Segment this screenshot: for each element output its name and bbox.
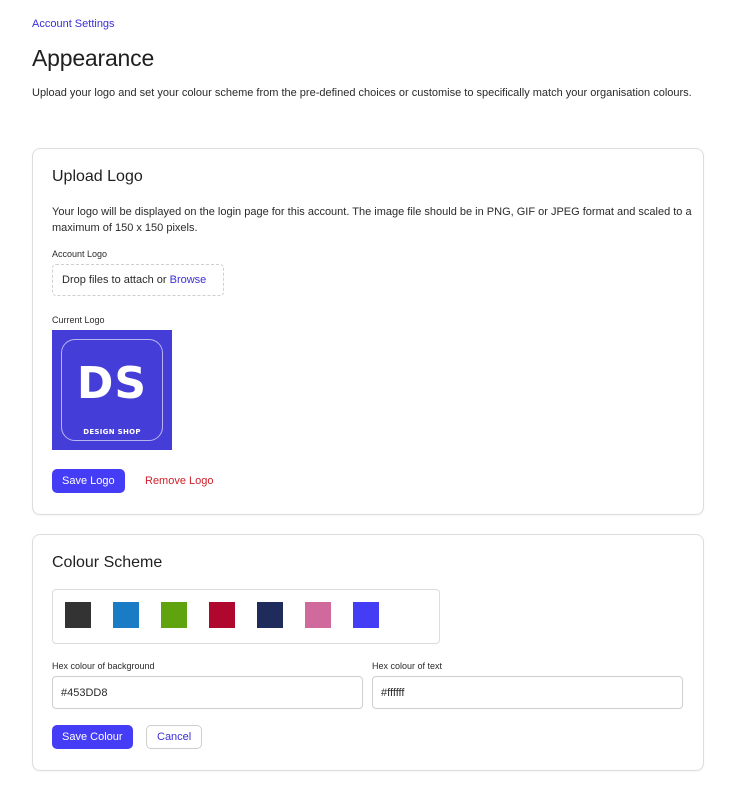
- logo-initials: DS: [76, 358, 148, 409]
- save-colour-button[interactable]: Save Colour: [52, 725, 133, 749]
- swatch-panel: [52, 589, 440, 644]
- page-title: Appearance: [32, 45, 155, 71]
- cancel-button[interactable]: Cancel: [146, 725, 203, 749]
- browse-link[interactable]: Browse: [170, 274, 207, 286]
- colour-scheme-title: Colour Scheme: [52, 554, 163, 571]
- breadcrumb-account-settings[interactable]: Account Settings: [32, 18, 115, 30]
- swatch-crimson[interactable]: [209, 602, 235, 628]
- swatch-pink[interactable]: [305, 602, 331, 628]
- upload-logo-card: Upload Logo Your logo will be displayed …: [32, 148, 704, 515]
- logo-name: DESIGN SHOP: [83, 428, 141, 436]
- background-hex-label: Hex colour of background: [52, 661, 155, 671]
- account-logo-label: Account Logo: [52, 249, 108, 259]
- swatch-dark-grey[interactable]: [65, 602, 91, 628]
- colour-scheme-card: Colour Scheme Hex colour of background H…: [32, 534, 704, 771]
- background-hex-input[interactable]: [52, 676, 363, 709]
- upload-logo-title: Upload Logo: [52, 168, 143, 185]
- upload-logo-description: Your logo will be displayed on the login…: [52, 206, 692, 234]
- save-logo-button[interactable]: Save Logo: [52, 469, 125, 493]
- text-hex-label: Hex colour of text: [372, 661, 443, 671]
- dropzone-text: Drop files to attach or: [62, 274, 170, 286]
- swatch-blue[interactable]: [113, 602, 139, 628]
- file-dropzone[interactable]: Drop files to attach or Browse: [52, 264, 224, 296]
- current-logo-image: DS DESIGN SHOP: [52, 330, 172, 450]
- remove-logo-link[interactable]: Remove Logo: [145, 475, 214, 487]
- swatch-navy[interactable]: [257, 602, 283, 628]
- current-logo-label: Current Logo: [52, 315, 105, 325]
- text-hex-input[interactable]: [372, 676, 683, 709]
- page-description: Upload your logo and set your colour sch…: [32, 87, 692, 99]
- logo-frame: DS DESIGN SHOP: [61, 339, 163, 441]
- swatch-indigo[interactable]: [353, 602, 379, 628]
- swatch-green[interactable]: [161, 602, 187, 628]
